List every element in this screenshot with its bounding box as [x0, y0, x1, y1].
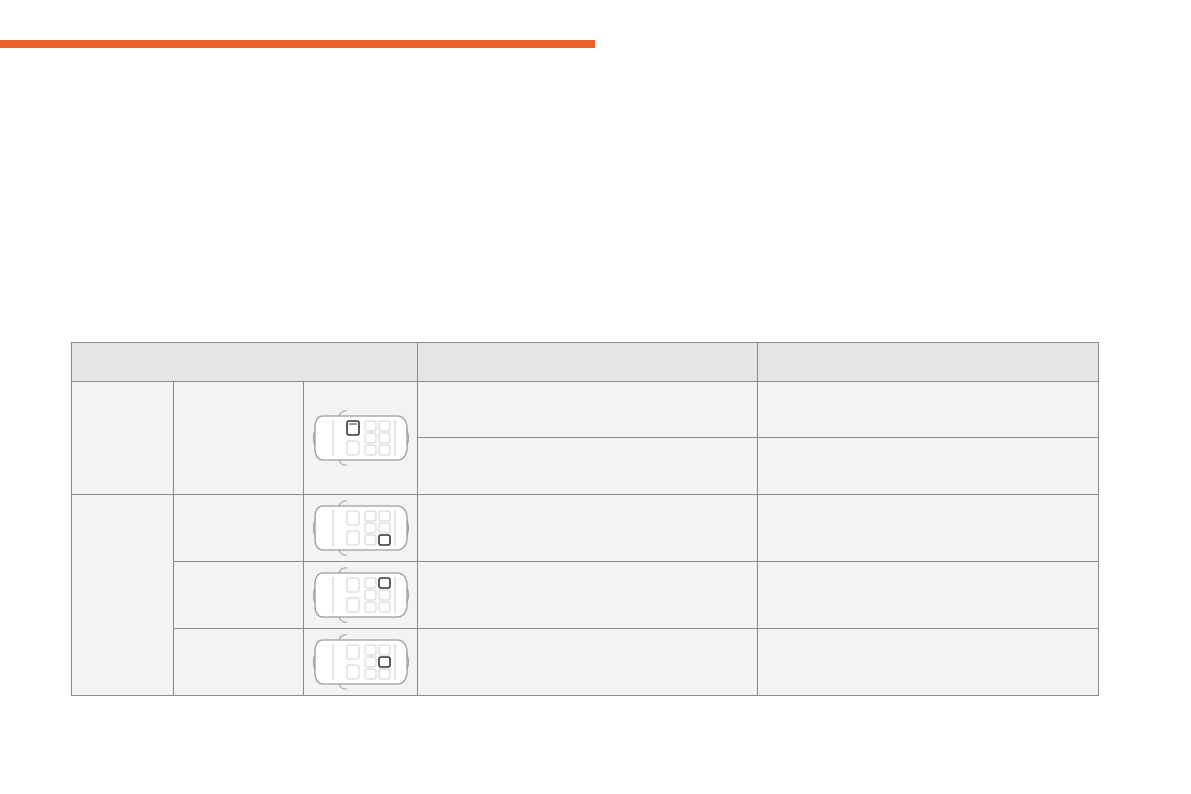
car-top-view-rear-left-seat-icon [312, 634, 409, 690]
table-cell [757, 437, 1100, 495]
table-cell [757, 381, 1100, 438]
table-cell [417, 628, 759, 696]
seat-position-label [173, 628, 304, 696]
table-header-seat [70, 342, 419, 382]
table-cell [757, 494, 1100, 562]
table-row [71, 381, 1100, 495]
car-top-view-rear-center-seat-icon [312, 567, 409, 623]
table-cell [417, 437, 759, 495]
row-group-label [71, 494, 174, 696]
table-cell [417, 561, 759, 629]
car-top-view-rear-right-seat-icon [312, 500, 409, 556]
header-accent-bar [0, 40, 595, 48]
car-top-view-front-seat-icon [312, 410, 409, 466]
row-group-label [71, 381, 174, 495]
seat-position-label [173, 494, 304, 562]
table-cell [417, 494, 759, 562]
table-cell [417, 381, 759, 438]
table-cell [757, 561, 1100, 629]
table-cell [757, 628, 1100, 696]
seat-position-label [173, 561, 304, 629]
table-row [71, 494, 1100, 696]
table-row [72, 628, 1100, 696]
table-header-col3 [757, 342, 1100, 382]
table-header-col2 [417, 342, 759, 382]
seat-table [70, 342, 1100, 696]
table-row [72, 561, 1100, 629]
seat-position-label [173, 381, 304, 495]
